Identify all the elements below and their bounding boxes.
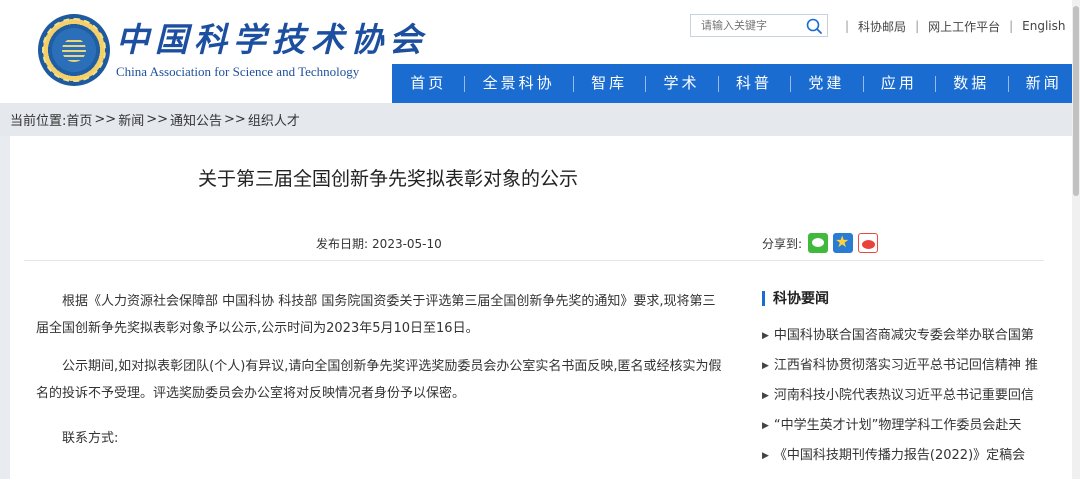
sidebar-news-item-text: 江西省科协贯彻落实习近平总书记回信精神 推 bbox=[773, 358, 1039, 373]
top-link-divider: | bbox=[915, 19, 920, 33]
article-paragraph-1: 根据《人力资源社会保障部 中国科协 科技部 国务院国资委关于评选第三届全国创新争… bbox=[36, 294, 716, 336]
breadcrumb-notices[interactable]: 通知公告 bbox=[170, 110, 222, 129]
weibo-icon[interactable] bbox=[858, 233, 879, 253]
article-paragraph-2: 公示期间,如对拟表彰团队(个人)有异议,请向全国创新争先奖评选奖励委员会办公室实… bbox=[36, 359, 722, 401]
breadcrumb-label: 当前位置: bbox=[10, 114, 67, 129]
emblem-globe bbox=[62, 38, 86, 62]
sidebar-news-item[interactable]: ▶ “中学生英才计划”物理学科工作委员会赴天 bbox=[762, 416, 1052, 446]
meta-divider bbox=[24, 260, 1044, 261]
triangle-right-icon: ▶ bbox=[762, 361, 769, 371]
sidebar-news-item[interactable]: ▶ 《中国科技期刊传播力报告(2022)》定稿会 bbox=[762, 446, 1052, 476]
article-title: 关于第三届全国创新争先奖拟表彰对象的公示 bbox=[197, 168, 578, 190]
publish-date: 发布日期: 2023-05-10 bbox=[316, 235, 442, 252]
publish-date-label: 发布日期: bbox=[316, 237, 369, 251]
nav-data[interactable]: 数据 bbox=[935, 64, 1007, 103]
triangle-right-icon: ▶ bbox=[762, 331, 769, 341]
breadcrumb-separator: >> bbox=[94, 112, 117, 127]
sidebar-news-item-text: 中国科协联合国咨商减灾专委会举办联合国第 bbox=[773, 328, 1034, 343]
page-scrollbar[interactable] bbox=[1072, 0, 1080, 479]
wechat-icon[interactable] bbox=[808, 233, 829, 253]
sidebar-news-item-text: 河南科技小院代表热议习近平总书记重要回信 bbox=[773, 388, 1034, 403]
breadcrumb-home[interactable]: 首页 bbox=[66, 110, 92, 129]
logo-english-name[interactable]: China Association for Science and Techno… bbox=[116, 64, 359, 80]
cast-emblem-logo-icon[interactable] bbox=[38, 14, 110, 86]
content-panel: 关于第三届全国创新争先奖拟表彰对象的公示 发布日期: 2023-05-10 分享到… bbox=[10, 136, 1072, 479]
nav-panorama[interactable]: 全景科协 bbox=[464, 64, 572, 103]
nav-home[interactable]: 首页 bbox=[392, 64, 464, 103]
top-link-work-platform[interactable]: 网上工作平台 bbox=[928, 18, 1000, 35]
triangle-right-icon: ▶ bbox=[762, 391, 769, 401]
article-meta: 发布日期: 2023-05-10 分享到: bbox=[10, 232, 1044, 255]
nav-academic[interactable]: 学术 bbox=[645, 64, 717, 103]
nav-think-tank[interactable]: 智库 bbox=[572, 64, 645, 103]
top-link-divider: | bbox=[845, 19, 850, 33]
sidebar-news-item-text: “中学生英才计划”物理学科工作委员会赴天 bbox=[773, 418, 1022, 433]
nav-application[interactable]: 应用 bbox=[862, 64, 935, 103]
contact-label: 联系方式: bbox=[62, 431, 119, 446]
search-box bbox=[690, 14, 828, 37]
triangle-right-icon: ▶ bbox=[762, 421, 769, 431]
search-icon[interactable] bbox=[805, 17, 823, 35]
publish-date-value: 2023-05-10 bbox=[372, 237, 442, 251]
scrollbar-thumb[interactable] bbox=[1073, 6, 1079, 196]
triangle-right-icon: ▶ bbox=[762, 451, 769, 461]
qzone-icon[interactable] bbox=[833, 232, 854, 253]
breadcrumb-separator: >> bbox=[224, 112, 246, 127]
breadcrumb-separator: >> bbox=[146, 112, 169, 127]
breadcrumb: 当前位置: 首页 >> 新闻 >> 通知公告 >> 组织人才 bbox=[0, 103, 1080, 136]
breadcrumb-news[interactable]: 新闻 bbox=[118, 110, 144, 129]
top-link-mail[interactable]: 科协邮局 bbox=[858, 18, 906, 35]
top-link-english[interactable]: English bbox=[1022, 19, 1065, 33]
sidebar-news-item[interactable]: ▶ 河南科技小院代表热议习近平总书记重要回信 bbox=[762, 386, 1052, 416]
article-body: 根据《人力资源社会保障部 中国科协 科技部 国务院国资委关于评选第三届全国创新争… bbox=[36, 288, 726, 463]
sidebar-news-list: ▶ 中国科协联合国咨商减灾专委会举办联合国第 ▶ 江西省科协贯彻落实习近平总书记回信… bbox=[762, 326, 1052, 476]
nav-news[interactable]: 新闻 bbox=[1007, 64, 1080, 103]
sidebar-title-text: 科协要闻 bbox=[773, 291, 829, 307]
share-label: 分享到: bbox=[762, 236, 803, 251]
share-bar: 分享到: bbox=[762, 232, 883, 253]
sidebar-news-item[interactable]: ▶ 中国科协联合国咨商减灾专委会举办联合国第 bbox=[762, 326, 1052, 356]
search-input[interactable] bbox=[691, 15, 803, 36]
nav-science-popularization[interactable]: 科普 bbox=[717, 64, 790, 103]
logo-chinese-name[interactable]: 中国科学技术协会 bbox=[116, 20, 428, 60]
site-header: 中国科学技术协会 China Association for Science a… bbox=[0, 0, 1080, 103]
sidebar-news-item-text: 《中国科技期刊传播力报告(2022)》定稿会 bbox=[773, 448, 1026, 463]
sidebar-news-item[interactable]: ▶ 江西省科协贯彻落实习近平总书记回信精神 推 bbox=[762, 356, 1052, 386]
sidebar-key-news: 科协要闻 ▶ 中国科协联合国咨商减灾专委会举办联合国第 ▶ 江西省科协贯彻落实习近平… bbox=[762, 284, 1052, 476]
breadcrumb-organization[interactable]: 组织人才 bbox=[248, 110, 300, 129]
sidebar-title: 科协要闻 bbox=[762, 284, 1052, 312]
nav-party-building[interactable]: 党建 bbox=[790, 64, 862, 103]
top-link-divider: | bbox=[1009, 19, 1014, 33]
top-links: | 科协邮局 | 网上工作平台 | English bbox=[836, 16, 1066, 36]
main-navigation: 首页 全景科协 智库 学术 科普 党建 应用 数据 新闻 bbox=[392, 64, 1080, 103]
sidebar-title-bar bbox=[762, 290, 765, 306]
